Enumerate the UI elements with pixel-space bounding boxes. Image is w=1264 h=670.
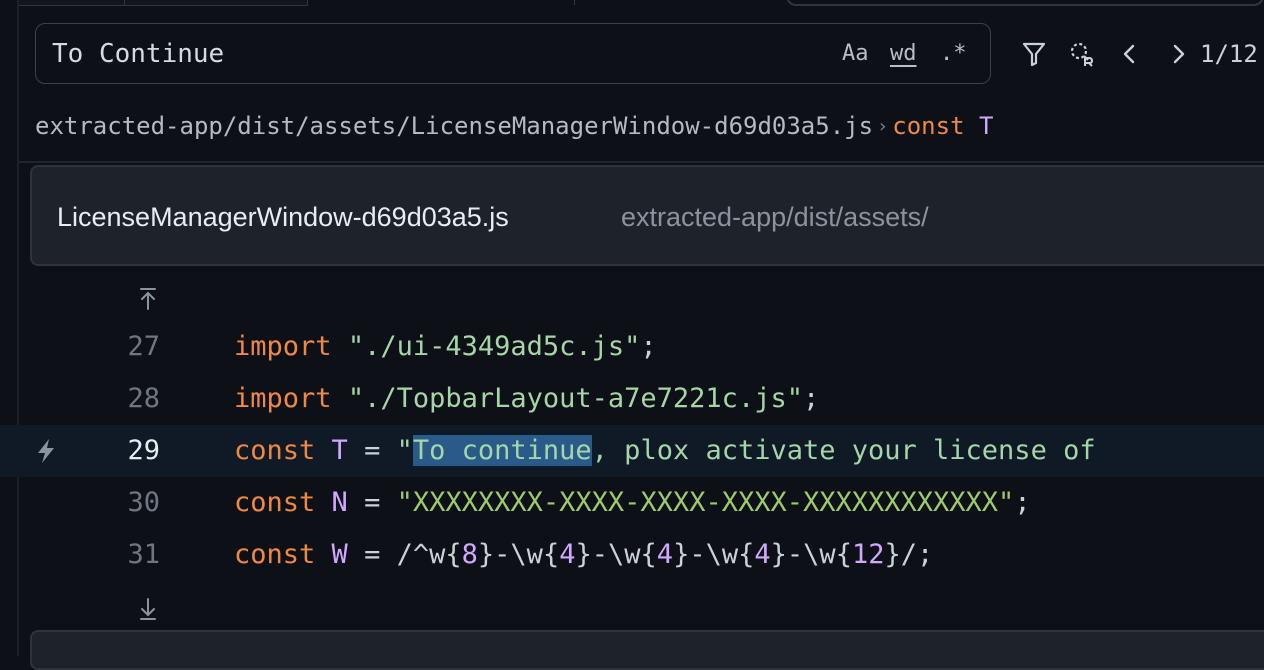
- regex-quantifier: 4: [656, 539, 674, 570]
- code-string: "./TopbarLayout-a7e7221c.js": [347, 383, 803, 414]
- breadcrumb-symbol-name[interactable]: T: [979, 112, 993, 140]
- code-operator: =: [347, 539, 397, 570]
- regex-token: -\w: [591, 539, 641, 570]
- file-directory: extracted-app/dist/assets/: [621, 202, 929, 232]
- code-keyword: const: [234, 435, 316, 466]
- regex-token: }: [477, 539, 495, 570]
- regex-token: w: [429, 539, 446, 570]
- match-count: 1/12: [1200, 40, 1258, 68]
- code-keyword: import: [234, 331, 332, 362]
- breadcrumb: extracted-app/dist/assets/LicenseManager…: [35, 106, 993, 146]
- chevron-right-icon[interactable]: [1164, 38, 1192, 70]
- next-excerpt-header[interactable]: [30, 630, 1264, 670]
- code-text: import "./TopbarLayout-a7e7221c.js";: [234, 373, 819, 425]
- code-text: import "./ui-4349ad5c.js";: [234, 321, 657, 373]
- regex-token: -\w: [494, 539, 543, 570]
- regex-token: {: [835, 539, 852, 570]
- breadcrumb-symbol-kind[interactable]: const: [892, 112, 964, 140]
- filter-icon[interactable]: [1020, 38, 1048, 70]
- code-line[interactable]: 28 import "./TopbarLayout-a7e7221c.js";: [0, 373, 1264, 425]
- code-identifier: W: [331, 539, 348, 570]
- code-keyword: import: [234, 383, 332, 414]
- chevron-left-icon[interactable]: [1116, 38, 1144, 70]
- code-line[interactable]: 27 import "./ui-4349ad5c.js";: [0, 321, 1264, 373]
- code-operator: =: [347, 435, 397, 466]
- search-match-highlight: To continue: [412, 435, 592, 466]
- regex-quantifier: 4: [754, 539, 771, 570]
- code-identifier: T: [331, 435, 348, 466]
- regex-token: -\w: [786, 539, 836, 570]
- code-string: , plox activate your license of: [591, 435, 1096, 466]
- regex-token: }: [770, 539, 787, 570]
- regex-toggle[interactable]: .*: [940, 38, 967, 70]
- tab-stub-1[interactable]: [19, 0, 125, 6]
- code-punctuation: ;: [1014, 487, 1031, 518]
- match-case-toggle[interactable]: Aa: [842, 38, 869, 70]
- whole-word-toggle[interactable]: wd: [890, 38, 917, 70]
- regex-token: -\w: [689, 539, 739, 570]
- search-input[interactable]: [52, 36, 812, 72]
- line-number: 29: [127, 435, 160, 466]
- regex-quantifier: 8: [461, 539, 478, 570]
- regex-token: /^: [396, 539, 430, 570]
- code-punctuation: ;: [640, 331, 657, 362]
- code-text: const W = /^w{8}-\w{4}-\w{4}-\w{4}-\w{12…: [234, 529, 933, 581]
- search-box: Aa wd .*: [35, 23, 991, 84]
- lightning-icon[interactable]: [34, 437, 58, 465]
- code-text: const T = "To continue, plox activate yo…: [234, 425, 1096, 477]
- line-number: 31: [127, 539, 160, 570]
- regex-token: }: [575, 539, 592, 570]
- code-operator: =: [347, 487, 397, 518]
- code-line-active[interactable]: 29 const T = "To continue, plox activate…: [0, 425, 1264, 477]
- regex-token: }: [884, 539, 901, 570]
- breadcrumb-path[interactable]: extracted-app/dist/assets/LicenseManager…: [35, 112, 873, 140]
- code-line[interactable]: 30 const N = "XXXXXXXX-XXXX-XXXX-XXXX-XX…: [0, 477, 1264, 529]
- regex-quantifier: 4: [559, 539, 576, 570]
- code-text: const N = "XXXXXXXX-XXXX-XXXX-XXXX-XXXXX…: [234, 477, 1031, 529]
- code-punctuation: ;: [802, 383, 820, 414]
- regex-token: {: [542, 539, 560, 570]
- code-string: "XXXXXXXX-XXXX-XXXX-XXXX-XXXXXXXXXXXX": [396, 487, 1015, 518]
- regex-token: {: [445, 539, 462, 570]
- code-string: "./ui-4349ad5c.js": [347, 331, 641, 362]
- regex-token: }: [673, 539, 690, 570]
- tab-stub-active[interactable]: [308, 0, 575, 5]
- divider: [19, 161, 1264, 163]
- regex-token: {: [640, 539, 657, 570]
- file-name[interactable]: LicenseManagerWindow-d69d03a5.js: [57, 197, 509, 237]
- breadcrumb-separator: ›: [879, 116, 887, 137]
- top-panel-edge: [786, 0, 1264, 6]
- excerpt-file-header[interactable]: LicenseManagerWindow-d69d03a5.js extract…: [30, 165, 1264, 266]
- code-identifier: N: [331, 487, 348, 518]
- regex-token: /: [900, 539, 917, 570]
- code-keyword: const: [234, 487, 316, 518]
- code-keyword: const: [234, 539, 316, 570]
- line-number: 27: [127, 331, 160, 362]
- expand-down-icon[interactable]: [136, 594, 160, 622]
- code-line[interactable]: 31 const W = /^w{8}-\w{4}-\w{4}-\w{4}-\w…: [0, 529, 1264, 581]
- line-number: 30: [127, 487, 160, 518]
- line-number: 28: [127, 383, 160, 414]
- regex-token: {: [738, 539, 755, 570]
- code-regex: /^w{8}-\w{4}-\w{4}-\w{4}-\w{12}/;: [397, 539, 934, 570]
- code-quote: ": [396, 435, 413, 466]
- tab-stub-2[interactable]: [125, 0, 308, 6]
- regex-quantifier: 12: [851, 539, 885, 570]
- replace-icon[interactable]: [1068, 38, 1096, 70]
- regex-token: ;: [917, 539, 934, 570]
- expand-up-icon[interactable]: [136, 286, 160, 314]
